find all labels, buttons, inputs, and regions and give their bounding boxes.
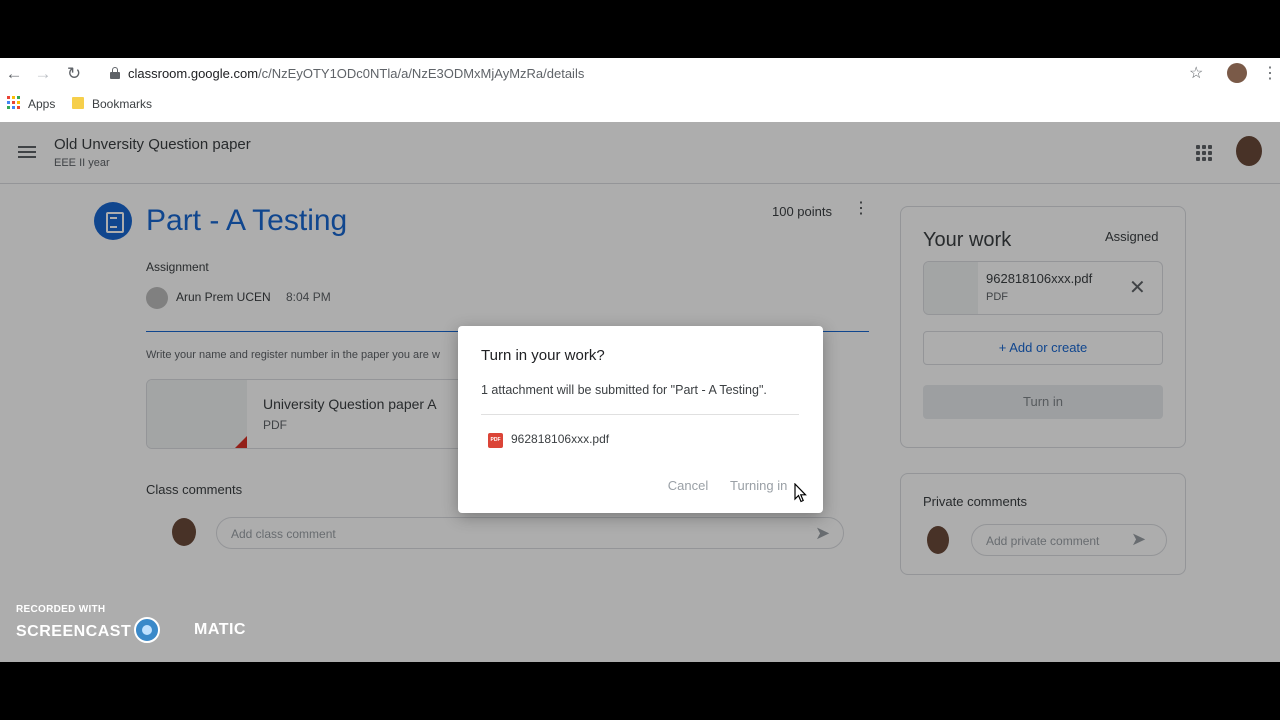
browser-menu-icon[interactable]: ⋮ bbox=[1262, 63, 1278, 83]
bookmark-star-icon[interactable]: ☆ bbox=[1189, 63, 1203, 83]
screencast-watermark: RECORDED WITH SCREENCAST MATIC bbox=[16, 604, 245, 643]
folder-icon bbox=[72, 97, 84, 109]
dialog-divider bbox=[481, 414, 799, 415]
apps-grid-icon[interactable] bbox=[7, 96, 20, 109]
bookmarks-bar: Apps Bookmarks bbox=[0, 89, 1280, 122]
reload-icon[interactable]: ↻ bbox=[64, 64, 84, 84]
browser-toolbar: ← → ↻ classroom.google.com/c/NzEyOTY1ODc… bbox=[0, 58, 1280, 89]
watermark-brand-b: MATIC bbox=[194, 621, 246, 638]
profile-avatar[interactable] bbox=[1227, 63, 1247, 83]
video-letterbox-top bbox=[0, 0, 1280, 58]
lock-icon bbox=[110, 67, 120, 79]
video-letterbox-bottom bbox=[0, 662, 1280, 720]
turn-in-dialog: Turn in your work? 1 attachment will be … bbox=[458, 326, 823, 513]
classroom-page: Old Unversity Question paper EEE II year… bbox=[0, 122, 1280, 662]
mouse-cursor-icon bbox=[794, 483, 807, 503]
bookmark-apps[interactable]: Apps bbox=[28, 97, 55, 111]
dialog-title: Turn in your work? bbox=[481, 347, 605, 364]
watermark-line1: RECORDED WITH bbox=[16, 604, 106, 615]
forward-arrow-icon[interactable]: → bbox=[33, 64, 53, 84]
dialog-file-name: 962818106xxx.pdf bbox=[511, 432, 610, 446]
bookmark-folder[interactable]: Bookmarks bbox=[92, 97, 152, 111]
watermark-brand: SCREENCAST bbox=[16, 617, 163, 643]
dialog-message: 1 attachment will be submitted for "Part… bbox=[481, 383, 767, 397]
address-bar[interactable]: classroom.google.com/c/NzEyOTY1ODc0NTla/… bbox=[102, 62, 1212, 86]
url-host: classroom.google.com bbox=[128, 66, 259, 81]
url-path: /c/NzEyOTY1ODc0NTla/a/NzE3ODMxMjAyMzRa/d… bbox=[258, 66, 585, 81]
cancel-button[interactable]: Cancel bbox=[660, 474, 716, 498]
pdf-file-icon: PDF bbox=[488, 433, 503, 448]
turning-in-button[interactable]: Turning in bbox=[730, 474, 802, 498]
browser-chrome: ← → ↻ classroom.google.com/c/NzEyOTY1ODc… bbox=[0, 58, 1280, 122]
url-text: classroom.google.com/c/NzEyOTY1ODc0NTla/… bbox=[128, 66, 584, 81]
screencast-logo-icon bbox=[134, 617, 161, 643]
back-arrow-icon[interactable]: ← bbox=[4, 64, 24, 84]
watermark-brand-a: SCREENCAST bbox=[16, 623, 132, 641]
